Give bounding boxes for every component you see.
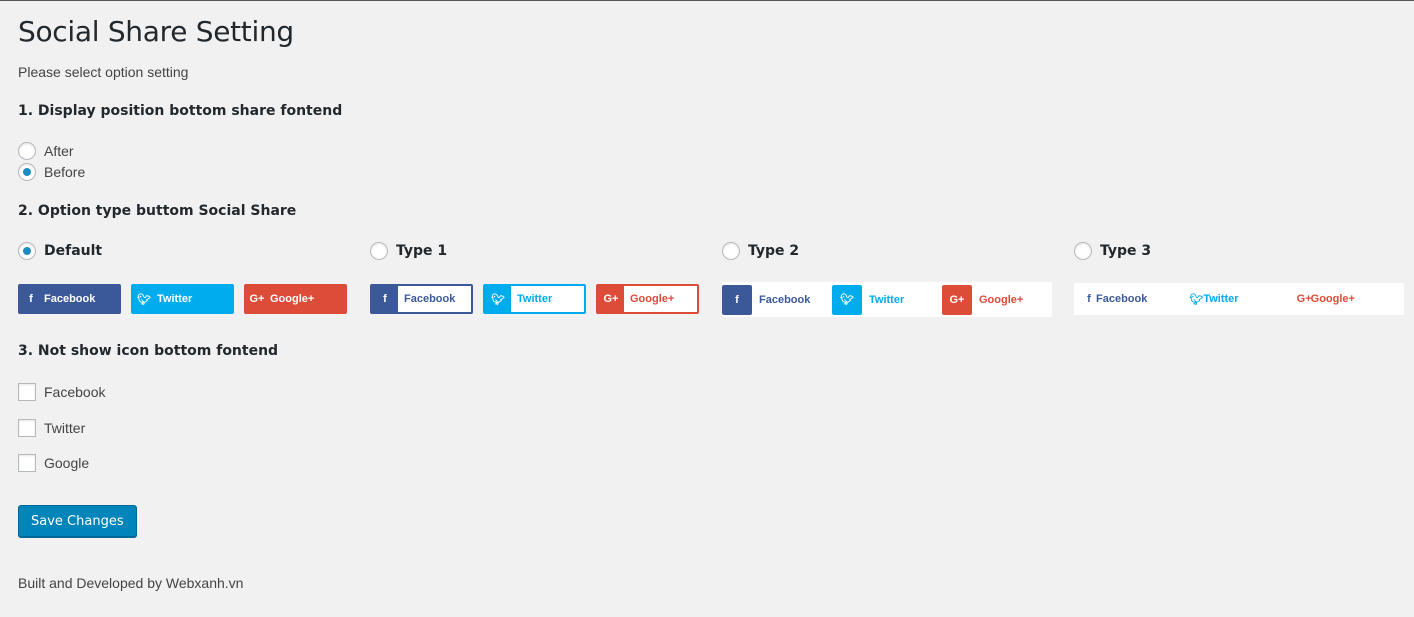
facebook-label: Facebook <box>404 293 456 305</box>
twitter-icon: 🐦︎ <box>485 286 511 312</box>
position-after-label: After <box>44 143 74 159</box>
facebook-label: Facebook <box>44 293 96 305</box>
section2-heading: 2. Option type buttom Social Share <box>18 203 297 219</box>
type-1-preview: f Facebook 🐦︎ Twitter G+ Google+ <box>370 284 709 314</box>
twitter-label: Twitter <box>869 293 905 306</box>
twitter-icon: 🐦︎ <box>137 293 151 306</box>
google-plus-icon: G+ <box>249 293 265 305</box>
default-twitter-button: 🐦︎ Twitter <box>131 284 234 314</box>
type-3-column: Type 3 <box>1074 242 1151 260</box>
twitter-label: Twitter <box>157 293 193 305</box>
hide-google-option[interactable]: Google <box>18 454 89 472</box>
type-1-column: Type 1 <box>370 242 447 260</box>
type-default-radio[interactable] <box>18 242 36 260</box>
twitter-label: Twitter <box>1203 293 1239 305</box>
type3-facebook-button: f Facebook <box>1082 284 1189 314</box>
google-plus-icon: G+ <box>942 284 972 315</box>
google-label: Google+ <box>1310 293 1355 305</box>
default-preview: f Facebook 🐦︎ Twitter G+ Google+ <box>18 284 357 314</box>
type-default-option[interactable]: Default <box>18 242 102 260</box>
google-plus-icon: G+ <box>598 286 624 312</box>
google-plus-icon: G+ <box>1296 293 1312 305</box>
type1-facebook-button: f Facebook <box>370 284 473 314</box>
google-label: Google+ <box>270 293 315 305</box>
section1-heading: 1. Display position bottom share fontend <box>18 103 343 119</box>
hide-facebook-option[interactable]: Facebook <box>18 383 105 401</box>
type1-google-button: G+ Google+ <box>596 284 699 314</box>
hide-facebook-checkbox[interactable] <box>18 383 36 401</box>
google-label: Google+ <box>630 293 675 305</box>
position-after-radio[interactable] <box>18 142 36 160</box>
type1-twitter-button: 🐦︎ Twitter <box>483 284 586 314</box>
type-3-option[interactable]: Type 3 <box>1074 242 1151 260</box>
type-3-radio[interactable] <box>1074 242 1092 260</box>
position-after-option[interactable]: After <box>18 142 74 160</box>
default-google-button: G+ Google+ <box>244 284 347 314</box>
position-before-label: Before <box>44 164 86 180</box>
facebook-label: Facebook <box>1096 293 1148 305</box>
position-before-radio[interactable] <box>18 163 36 181</box>
type-2-option[interactable]: Type 2 <box>722 242 799 260</box>
type-1-option[interactable]: Type 1 <box>370 242 447 260</box>
facebook-icon: f <box>722 284 752 315</box>
twitter-icon: 🐦︎ <box>1189 293 1204 306</box>
facebook-icon: f <box>372 286 398 312</box>
facebook-label: Facebook <box>759 293 811 306</box>
type-default-column: Default <box>18 242 102 260</box>
type3-twitter-button: 🐦︎ Twitter <box>1189 284 1296 314</box>
type-3-label: Type 3 <box>1100 243 1152 259</box>
type2-twitter-button: 🐦︎ Twitter <box>832 284 932 315</box>
type-1-label: Type 1 <box>396 243 448 259</box>
type3-google-button: G+ Google+ <box>1297 284 1404 314</box>
type-2-label: Type 2 <box>748 243 800 259</box>
type2-google-button: G+ Google+ <box>942 284 1042 315</box>
footer-credit: Built and Developed by Webxanh.vn <box>18 575 244 591</box>
twitter-label: Twitter <box>517 293 553 305</box>
section3-heading: 3. Not show icon bottom fontend <box>18 343 279 359</box>
default-facebook-button: f Facebook <box>18 284 121 314</box>
page-description: Please select option setting <box>18 64 189 80</box>
type2-facebook-button: f Facebook <box>722 284 822 315</box>
page-title: Social Share Setting <box>18 15 294 48</box>
hide-google-label: Google <box>44 455 90 471</box>
type-3-preview: f Facebook 🐦︎ Twitter G+ Google+ <box>1074 283 1404 315</box>
type-2-column: Type 2 <box>722 242 799 260</box>
hide-twitter-option[interactable]: Twitter <box>18 419 85 437</box>
type-default-label: Default <box>44 243 103 259</box>
hide-facebook-label: Facebook <box>44 384 106 400</box>
facebook-icon: f <box>29 293 33 305</box>
facebook-icon: f <box>1087 293 1091 305</box>
type-2-radio[interactable] <box>722 242 740 260</box>
type-2-preview: f Facebook 🐦︎ Twitter G+ Google+ <box>722 282 1052 317</box>
google-label: Google+ <box>979 293 1024 306</box>
twitter-icon: 🐦︎ <box>832 284 862 315</box>
hide-twitter-label: Twitter <box>44 420 86 436</box>
type-1-radio[interactable] <box>370 242 388 260</box>
hide-twitter-checkbox[interactable] <box>18 419 36 437</box>
save-changes-button[interactable]: Save Changes <box>18 505 137 537</box>
hide-google-checkbox[interactable] <box>18 454 36 472</box>
position-before-option[interactable]: Before <box>18 163 85 181</box>
